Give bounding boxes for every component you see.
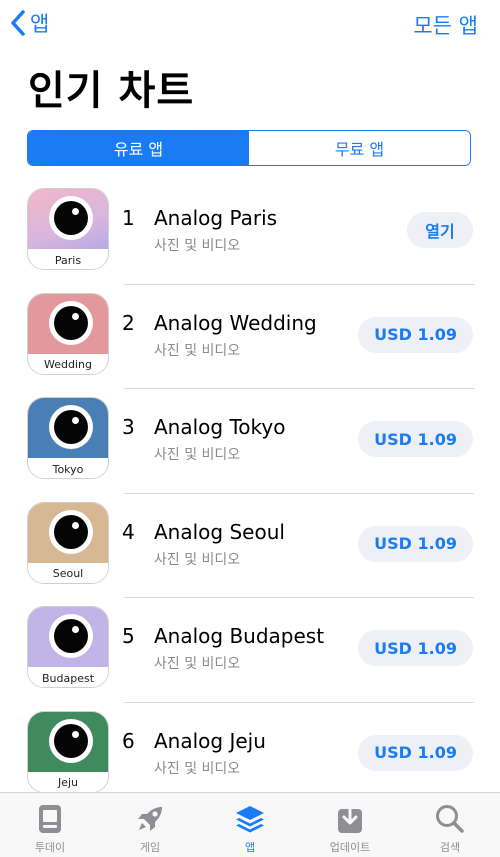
page-title: 인기 차트 <box>28 68 195 114</box>
rank-number: 5 <box>122 624 135 648</box>
camera-lens-icon <box>49 196 93 240</box>
icon-label: Seoul <box>28 562 108 583</box>
camera-lens-icon <box>49 718 93 763</box>
list-item[interactable]: Wedding 2 Analog Wedding 사진 및 비디오 USD 1.… <box>0 285 500 389</box>
icon-label: Tokyo <box>28 458 108 478</box>
tab-label: 검색 <box>439 841 461 854</box>
camera-lens-icon <box>49 509 93 554</box>
app-icon[interactable]: Wedding <box>27 292 109 375</box>
segment-free-apps[interactable]: 무료 앱 <box>249 131 470 165</box>
tab-label: 업데이트 <box>329 841 371 854</box>
app-name[interactable]: Analog Jeju <box>154 729 266 753</box>
tab-games[interactable]: 게임 <box>100 793 200 857</box>
tab-today[interactable]: 투데이 <box>0 793 100 857</box>
rank-number: 1 <box>122 206 135 230</box>
list-item[interactable]: Budapest 5 Analog Budapest 사진 및 비디오 USD … <box>0 598 500 703</box>
list-item[interactable]: Tokyo 3 Analog Tokyo 사진 및 비디오 USD 1.09 <box>0 389 500 494</box>
tab-bar: 투데이 게임 앱 업데이트 검색 <box>0 792 500 857</box>
app-category: 사진 및 비디오 <box>154 656 241 672</box>
tab-label: 게임 <box>139 841 161 854</box>
app-category: 사진 및 비디오 <box>154 342 241 359</box>
list-item[interactable]: Seoul 4 Analog Seoul 사진 및 비디오 USD 1.09 <box>0 494 500 598</box>
rank-number: 2 <box>122 310 135 335</box>
app-name[interactable]: Analog Budapest <box>154 624 324 648</box>
app-name[interactable]: Analog Seoul <box>154 520 285 544</box>
layers-icon <box>233 802 267 836</box>
segmented-control: 유료 앱 무료 앱 <box>27 130 471 166</box>
app-icon[interactable]: Budapest <box>27 606 109 688</box>
icon-background <box>28 189 108 249</box>
app-category: 사진 및 비디오 <box>154 447 241 463</box>
app-name[interactable]: Analog Wedding <box>154 311 317 335</box>
price-button[interactable]: USD 1.09 <box>358 734 473 771</box>
tab-search[interactable]: 검색 <box>400 793 500 857</box>
today-icon <box>33 802 67 836</box>
download-tray-icon <box>333 802 367 836</box>
icon-background <box>28 293 108 354</box>
app-category: 사진 및 비디오 <box>154 238 241 254</box>
icon-label: Paris <box>28 249 108 269</box>
icon-background <box>28 398 108 458</box>
camera-lens-icon <box>49 405 93 449</box>
app-category: 사진 및 비디오 <box>154 551 241 568</box>
app-icon[interactable]: Seoul <box>27 501 109 584</box>
rank-number: 6 <box>122 728 135 753</box>
rocket-icon <box>133 802 167 836</box>
icon-label: Jeju <box>28 771 108 792</box>
tab-apps[interactable]: 앱 <box>200 793 300 857</box>
icon-background <box>28 607 108 667</box>
icon-background <box>28 711 108 772</box>
app-icon[interactable]: Paris <box>27 188 109 270</box>
search-icon <box>433 802 467 836</box>
app-chart-list: Paris 1 Analog Paris 사진 및 비디오 열기 Wedding… <box>0 180 500 807</box>
all-apps-link[interactable]: 모든 앱 <box>413 10 478 40</box>
price-button[interactable]: USD 1.09 <box>358 525 473 562</box>
tab-label: 투데이 <box>34 841 66 854</box>
app-name[interactable]: Analog Tokyo <box>154 415 285 439</box>
rank-number: 4 <box>122 519 135 544</box>
price-button[interactable]: USD 1.09 <box>358 630 473 666</box>
tab-updates[interactable]: 업데이트 <box>300 793 400 857</box>
back-button[interactable]: 앱 <box>10 8 49 38</box>
icon-label: Wedding <box>28 353 108 374</box>
rank-number: 3 <box>122 415 135 439</box>
price-button[interactable]: USD 1.09 <box>358 421 473 457</box>
navigation-bar: 앱 모든 앱 <box>0 0 500 50</box>
camera-lens-icon <box>49 300 93 345</box>
camera-lens-icon <box>49 614 93 658</box>
chevron-left-icon <box>10 9 26 37</box>
icon-background <box>28 502 108 563</box>
app-name[interactable]: Analog Paris <box>154 206 277 230</box>
app-icon[interactable]: Tokyo <box>27 397 109 479</box>
open-button[interactable]: 열기 <box>407 212 473 248</box>
app-icon[interactable]: Jeju <box>27 710 109 793</box>
icon-label: Budapest <box>28 667 108 687</box>
segment-paid-apps[interactable]: 유료 앱 <box>28 131 249 165</box>
app-category: 사진 및 비디오 <box>154 760 241 777</box>
tab-label: 앱 <box>244 841 256 854</box>
back-label: 앱 <box>30 12 50 36</box>
price-button[interactable]: USD 1.09 <box>358 316 473 353</box>
list-item[interactable]: Paris 1 Analog Paris 사진 및 비디오 열기 <box>0 180 500 285</box>
